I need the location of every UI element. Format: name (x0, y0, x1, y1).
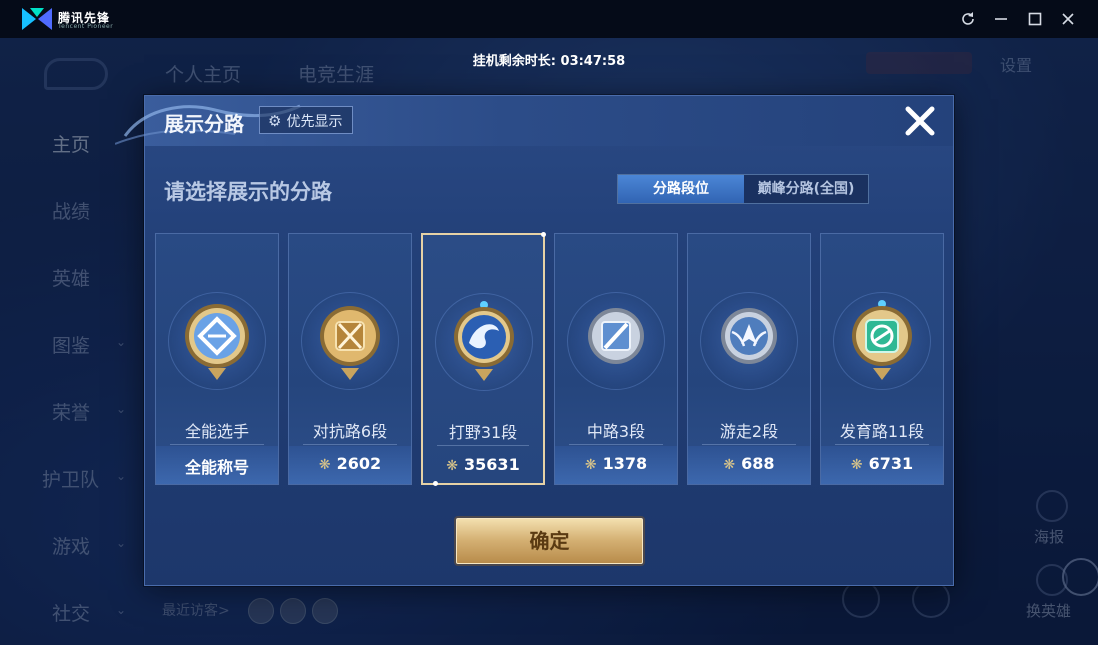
farm-lane-emblem-icon (852, 300, 912, 380)
segment-lane-rank[interactable]: 分路段位 (618, 175, 744, 203)
lane-display-dialog: 展示分路 ⚙优先显示 请选择展示的分路 分路段位 巅峰分路(全国) 全能选手 (115, 95, 954, 586)
points-icon: ❋ (584, 457, 597, 473)
card-role-label: 游走2段 (719, 422, 779, 441)
card-score-value: 1378 (602, 454, 648, 473)
selection-corner-marker (541, 232, 546, 237)
card-divider (569, 444, 663, 445)
app-brand-subtitle: Tencent Pioneer (58, 23, 114, 30)
points-icon: ❋ (850, 457, 863, 473)
selection-corner-marker (433, 481, 438, 486)
card-score-value: 35631 (464, 455, 520, 474)
points-icon: ❋ (723, 457, 736, 473)
card-divider (170, 444, 264, 445)
window-close-icon[interactable] (1058, 9, 1078, 29)
clash-lane-emblem-icon (320, 306, 380, 380)
card-score: 全能称号 (156, 454, 278, 478)
dialog-header: 展示分路 ⚙ 优先显示 (115, 96, 953, 146)
jungle-emblem-icon (454, 301, 514, 381)
card-divider (303, 444, 397, 445)
dialog-subtitle: 请选择展示的分路 (164, 180, 332, 204)
window-titlebar: 腾讯先锋 Tencent Pioneer (0, 0, 1098, 38)
card-divider (835, 444, 929, 445)
refresh-icon[interactable] (958, 9, 978, 29)
card-divider (437, 445, 529, 446)
lane-card-mid[interactable]: 中路3段 ❋ 1378 (554, 233, 678, 485)
card-role-label: 中路3段 (586, 422, 646, 441)
lane-card-clash[interactable]: 对抗路6段 ❋ 2602 (288, 233, 412, 485)
lane-card-all-round[interactable]: 全能选手 全能称号 (155, 233, 279, 485)
card-divider (702, 444, 796, 445)
card-score: ❋ 1378 (555, 454, 677, 473)
confirm-button[interactable]: 确定 (456, 518, 643, 564)
priority-display-label: 优先显示 (286, 114, 343, 130)
gear-icon: ⚙ (268, 112, 282, 130)
tencent-pioneer-logo-icon (22, 8, 52, 30)
card-role-label: 打野31段 (448, 423, 518, 442)
lane-card-list: 全能选手 全能称号 对抗路6段 ❋ 2602 打野31段 ❋ 35631 中路3… (155, 232, 945, 486)
lane-view-toggle: 分路段位 巅峰分路(全国) (617, 174, 869, 204)
mid-lane-emblem-icon (588, 308, 644, 364)
lane-card-jungle[interactable]: 打野31段 ❋ 35631 (421, 232, 546, 486)
dialog-title: 展示分路 (164, 112, 244, 136)
card-role-label: 发育路11段 (839, 422, 925, 441)
card-score-value: 2602 (336, 454, 382, 473)
segment-peak-lane-national[interactable]: 巅峰分路(全国) (744, 175, 868, 203)
roam-emblem-icon (721, 308, 777, 364)
card-score-value: 全能称号 (184, 458, 249, 477)
priority-display-button[interactable]: ⚙ 优先显示 (259, 106, 354, 134)
lane-card-roam[interactable]: 游走2段 ❋ 688 (687, 233, 811, 485)
card-score: ❋ 688 (688, 454, 810, 473)
lane-card-farm[interactable]: 发育路11段 ❋ 6731 (820, 233, 944, 485)
all-round-emblem-icon (185, 304, 249, 380)
minimize-icon[interactable] (991, 9, 1011, 29)
card-role-label: 全能选手 (184, 422, 249, 441)
card-score: ❋ 6731 (821, 454, 943, 473)
idle-timer: 挂机剩余时长: 03:47:58 (472, 54, 626, 69)
card-role-label: 对抗路6段 (312, 422, 388, 441)
close-icon (905, 106, 935, 136)
points-icon: ❋ (446, 458, 459, 474)
card-score: ❋ 2602 (289, 454, 411, 473)
maximize-icon[interactable] (1025, 9, 1045, 29)
dialog-close-button[interactable] (903, 104, 937, 138)
card-score: ❋ 35631 (423, 455, 543, 474)
card-score-value: 688 (741, 454, 775, 473)
card-score-value: 6731 (868, 454, 914, 473)
points-icon: ❋ (318, 457, 331, 473)
